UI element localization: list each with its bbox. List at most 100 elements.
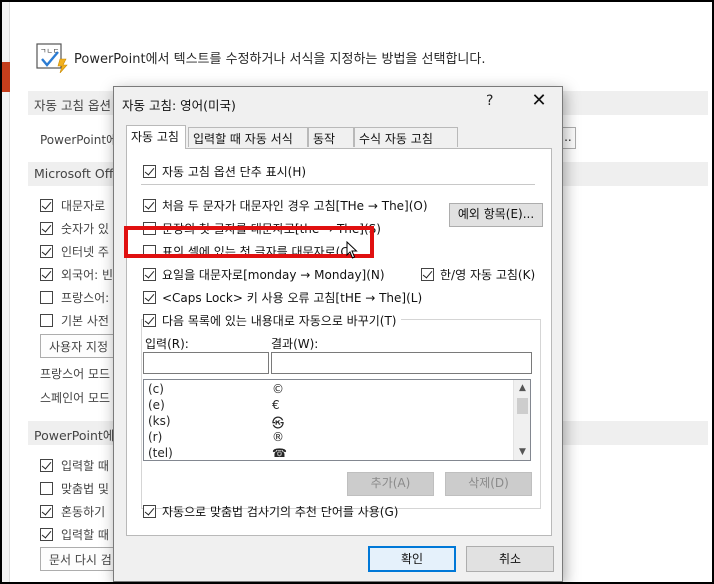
recheck-document-button[interactable]: 문서 다시 검 [40,547,121,571]
checkbox[interactable] [143,314,156,327]
replace-input-field[interactable] [143,352,269,374]
checkbox[interactable] [40,528,53,541]
list-result: ® [272,430,284,444]
abc-check-icon: ㄱㄴㄷ [36,43,68,73]
list-result: € [272,398,280,412]
nav-accent [2,62,10,92]
scroll-down-icon[interactable]: ▼ [514,444,530,460]
list-input: (tel) [148,446,173,460]
option-label: 인터넷 주 [61,245,109,259]
ok-button[interactable]: 확인 [368,546,456,572]
list-result: © [272,382,284,396]
option-label: 요일을 대문자로[monday → Monday](N) [162,268,385,282]
option-label: 혼동하기 [61,505,106,519]
ppt-option[interactable]: 입력할 때 [40,526,109,543]
scroll-up-icon[interactable]: ▲ [514,380,530,396]
office-option[interactable]: 대문자로 [40,197,105,214]
list-item[interactable]: (c) © [144,382,514,398]
list-input: (r) [148,430,163,444]
checkbox[interactable] [40,459,53,472]
french-modes-label: 프랑스어 모드 [40,367,111,381]
option-label: 숫자가 있 [61,222,109,236]
tab-actions[interactable]: 동작 [308,127,354,147]
two-initial-caps-option[interactable]: 처음 두 문자가 대문자인 경우 고침[THe → The](O) [143,197,428,214]
add-button[interactable]: 추가(A) [347,472,434,496]
option-label: 다음 목록에 있는 내용대로 자동으로 바꾸기(T) [162,314,397,328]
separator [141,184,535,185]
options-nav-strip [2,2,10,582]
list-input: (c) [148,382,164,396]
checkbox[interactable] [40,482,53,495]
checkbox[interactable] [40,222,53,235]
replace-text-option[interactable]: 다음 목록에 있는 내용대로 자동으로 바꾸기(T) [143,312,401,329]
ppt-option[interactable]: 입력할 때 [40,457,109,474]
show-buttons-option[interactable]: 자동 고침 옵션 단추 표시(H) [143,163,306,180]
checkbox[interactable] [40,314,53,327]
list-result: ㉿ [272,416,285,430]
ppt-option[interactable]: 맞춤법 및 [40,480,109,497]
replace-result-field[interactable] [271,352,532,374]
tab-math-autocorrect[interactable]: 수식 자동 고침 [354,127,458,147]
han-eng-option[interactable]: 한/영 자동 고침(K) [421,266,535,283]
autocorrect-panel: 자동 고침 옵션 단추 표시(H) 처음 두 문자가 대문자인 경우 고침[TH… [126,148,552,536]
option-label: 입력할 때 [61,459,109,473]
dialog-title: 자동 고침: 영어(미국) [122,98,236,113]
tab-autocorrect[interactable]: 자동 고침 [126,125,186,149]
checkbox[interactable] [143,291,156,304]
option-label: 외국어: 빈 [61,268,114,282]
day-names-option[interactable]: 요일을 대문자로[monday → Monday](N) [143,266,385,283]
list-item[interactable]: (r) ® [144,430,514,446]
options-header-text: PowerPoint에서 텍스트를 수정하거나 서식을 지정하는 방법을 선택합… [74,52,486,67]
list-result: ☎ [272,446,287,460]
checkbox[interactable] [143,199,156,212]
checkbox[interactable] [40,505,53,518]
checkbox[interactable] [143,165,156,178]
checkbox[interactable] [421,268,434,281]
auto-suggest-option[interactable]: 자동으로 맞춤법 검사기의 추천 단어를 사용(G) [143,503,398,520]
list-input: (e) [148,398,165,412]
exceptions-button[interactable]: 예외 항목(E)... [449,203,543,227]
checkbox[interactable] [40,199,53,212]
option-label: 맞춤법 및 [61,482,109,496]
autocorrect-desc: PowerPoint에 [40,133,118,147]
option-label: 한/영 자동 고침(K) [440,268,536,282]
section-title: 자동 고침 옵션 [34,98,111,113]
delete-button[interactable]: 삭제(D) [445,472,532,496]
office-option[interactable]: 외국어: 빈 [40,266,113,283]
scroll-thumb[interactable] [517,398,528,414]
office-option[interactable]: 인터넷 주 [40,243,109,260]
list-item[interactable]: (ks) ㉿ [144,414,514,430]
office-option[interactable]: 숫자가 있 [40,220,109,237]
checkbox[interactable] [40,245,53,258]
option-label: 자동 고침 옵션 단추 표시(H) [162,165,307,179]
cancel-button[interactable]: 취소 [466,546,554,572]
help-icon[interactable]: ? [486,93,493,109]
office-option[interactable]: 기본 사전 [40,312,109,329]
checkbox[interactable] [143,268,156,281]
option-label: 기본 사전 [61,314,109,328]
list-input: (ks) [148,414,171,428]
office-option[interactable]: 프랑스어: [40,289,109,306]
option-label: 입력할 때 [61,528,109,542]
ppt-option[interactable]: 혼동하기 [40,503,105,520]
checkbox[interactable] [40,268,53,281]
custom-dictionaries-button[interactable]: 사용자 지정 [40,334,118,358]
autocorrect-dialog: 자동 고침: 영어(미국) ? ✕ 자동 고침 입력할 때 자동 서식 동작 수… [113,86,563,582]
list-item[interactable]: (e) € [144,398,514,414]
caps-lock-option[interactable]: <Caps Lock> 키 사용 오류 고침[tHE → The](L) [143,289,422,306]
replace-list[interactable]: (c) © (e) € (ks) ㉿ (r) ® (tel) ☎ ▲ ▼ [143,379,531,461]
option-label: 자동으로 맞춤법 검사기의 추천 단어를 사용(G) [162,505,399,519]
mouse-pointer-icon [346,241,358,259]
result-label: 결과(W): [271,337,319,351]
tab-autoformat-as-you-type[interactable]: 입력할 때 자동 서식 [188,127,308,147]
highlight-box [124,226,374,258]
spanish-modes-label: 스페인어 모드 [40,391,111,405]
checkbox[interactable] [143,505,156,518]
list-scrollbar[interactable]: ▲ ▼ [513,380,530,460]
option-label: <Caps Lock> 키 사용 오류 고침[tHE → The](L) [162,291,423,305]
close-icon[interactable]: ✕ [528,91,550,113]
option-label: 대문자로 [61,199,106,213]
checkbox[interactable] [40,291,53,304]
list-item[interactable]: (tel) ☎ [144,446,514,460]
input-label: 입력(R): [145,337,189,351]
